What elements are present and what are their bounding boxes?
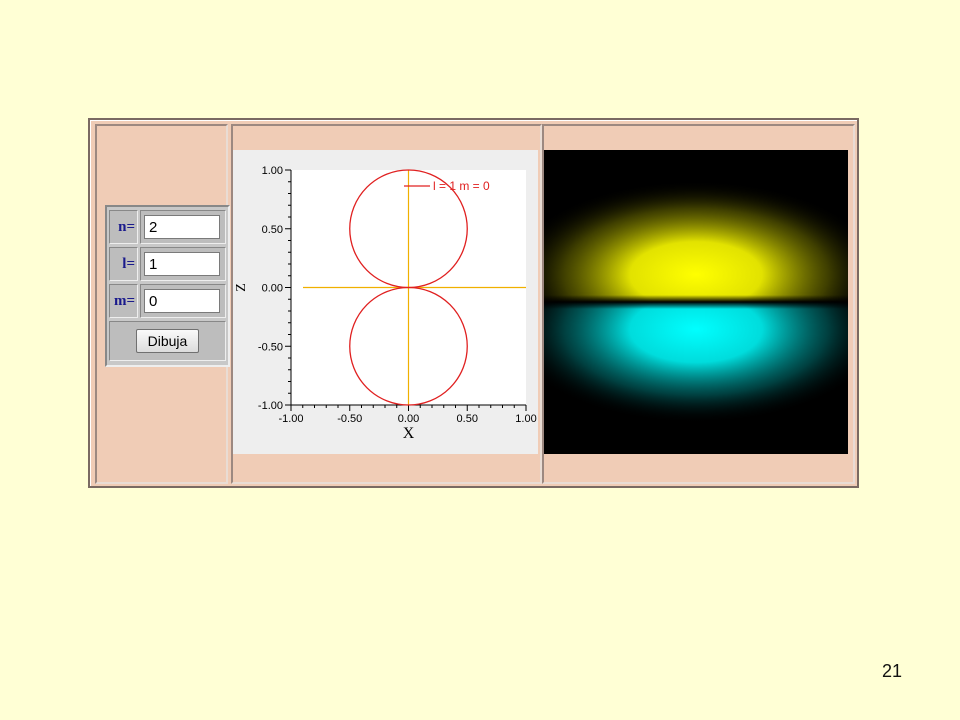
- y-tick-label: 0.50: [262, 224, 283, 236]
- legend-label: l = 1 m = 0: [433, 179, 490, 193]
- y-tick-label: -1.00: [258, 400, 283, 412]
- orbital-density-image: [544, 150, 848, 454]
- x-tick-label: 0.50: [457, 413, 478, 425]
- n-field-wrap: [140, 210, 226, 244]
- control-cell: n= l= m= Dibuja: [95, 124, 230, 484]
- l-field-wrap: [140, 247, 226, 281]
- x-tick-label: -0.50: [337, 413, 362, 425]
- m-input[interactable]: [144, 289, 220, 313]
- x-tick-label: -1.00: [278, 413, 303, 425]
- l-input[interactable]: [144, 252, 220, 276]
- x-tick-label: 0.00: [398, 413, 419, 425]
- y-tick-label: 1.00: [262, 165, 283, 177]
- angular-plot: -1.00 -0.50 0.00 0.50 1.00 1.00 0.50 0.00 -0.50 -…: [233, 150, 538, 454]
- x-tick-label: 1.00: [515, 413, 536, 425]
- slide-number: 21: [881, 661, 902, 681]
- quantum-number-panel: n= l= m= Dibuja: [105, 205, 230, 367]
- lower-lobe: [544, 302, 848, 454]
- n-label: n=: [109, 210, 138, 244]
- y-axis-title: Z: [234, 283, 249, 292]
- n-input[interactable]: [144, 215, 220, 239]
- y-tick-label: 0.00: [262, 283, 283, 295]
- x-axis-title: X: [403, 425, 415, 442]
- draw-button[interactable]: Dibuja: [136, 329, 199, 353]
- button-wrap: Dibuja: [109, 321, 226, 361]
- nodal-plane: [544, 295, 848, 309]
- upper-lobe: [544, 150, 848, 302]
- l-label: l=: [109, 247, 138, 281]
- m-label: m=: [109, 284, 138, 318]
- m-field-wrap: [140, 284, 226, 318]
- y-tick-label: -0.50: [258, 341, 283, 353]
